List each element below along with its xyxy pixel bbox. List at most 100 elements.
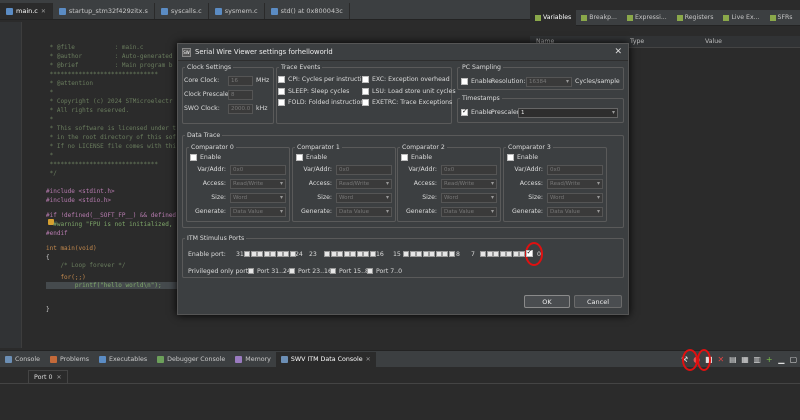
itm-port-10-checkbox[interactable] xyxy=(435,251,442,257)
itm-port-30-checkbox[interactable] xyxy=(250,251,257,257)
comparator-1-access-select[interactable]: Read/Write xyxy=(336,179,392,189)
itm-port-16-checkbox[interactable] xyxy=(369,251,376,257)
swo-clock-input[interactable]: 2000.0 xyxy=(228,104,253,114)
itm-port-18-checkbox[interactable] xyxy=(356,251,363,257)
clock-prescaler-input[interactable]: 8 xyxy=(228,90,253,100)
comparator-2-enable-checkbox[interactable] xyxy=(401,154,408,161)
pc-sampling-enable-checkbox[interactable] xyxy=(461,78,468,85)
privileged-port-15-8-checkbox[interactable] xyxy=(330,268,336,274)
tab-breakpoints[interactable]: Breakp... xyxy=(576,10,622,26)
close-icon[interactable]: ✕ xyxy=(41,8,46,15)
comparator-2-size-select[interactable]: Word xyxy=(441,193,497,203)
editor-tab-syscalls[interactable]: syscalls.c xyxy=(155,3,209,19)
tab-executables[interactable]: Executables xyxy=(94,352,152,367)
itm-port-11-checkbox[interactable] xyxy=(429,251,435,257)
itm-port-21-checkbox[interactable] xyxy=(337,251,343,257)
exetrc-checkbox[interactable] xyxy=(362,99,369,106)
itm-port-23-checkbox[interactable] xyxy=(324,251,330,257)
itm-port-29-checkbox[interactable] xyxy=(257,251,263,257)
itm-port-4-checkbox[interactable] xyxy=(499,251,506,257)
privileged-port-31-24-checkbox[interactable] xyxy=(248,268,254,274)
close-icon[interactable]: ✕ xyxy=(57,374,62,381)
timestamps-enable-checkbox[interactable] xyxy=(461,107,468,116)
comparator-3-access-select[interactable]: Read/Write xyxy=(547,179,603,189)
comparator-0-generate-select[interactable]: Data Value xyxy=(230,207,286,217)
resolution-select[interactable]: 16384 xyxy=(526,77,572,87)
tab-memory[interactable]: Memory xyxy=(230,352,276,367)
export-button[interactable]: ▥ xyxy=(753,354,762,364)
add-port-button[interactable]: + xyxy=(765,354,774,364)
itm-port-0-checkbox[interactable] xyxy=(525,248,533,257)
itm-port-25-checkbox[interactable] xyxy=(283,251,289,257)
tab-variables[interactable]: Variables xyxy=(530,9,577,26)
save-button[interactable]: ▤ xyxy=(728,354,737,364)
comparator-3-generate-select[interactable]: Data Value xyxy=(547,207,603,217)
cpi-checkbox[interactable] xyxy=(278,76,285,83)
tab-port-0[interactable]: Port 0 ✕ xyxy=(28,370,68,383)
comparator-3-var-input[interactable]: 0x0 xyxy=(547,165,603,175)
itm-port-22-checkbox[interactable] xyxy=(330,251,337,257)
itm-port-31-checkbox[interactable] xyxy=(244,251,250,257)
lsu-checkbox[interactable] xyxy=(362,88,369,95)
comparator-2-generate-select[interactable]: Data Value xyxy=(441,207,497,217)
comparator-0-enable-checkbox[interactable] xyxy=(190,154,197,161)
comparator-2-access-select[interactable]: Read/Write xyxy=(441,179,497,189)
clear-button[interactable]: ✕ xyxy=(716,354,725,364)
itm-port-5-checkbox[interactable] xyxy=(493,251,499,257)
sleep-checkbox[interactable] xyxy=(278,88,285,95)
tab-registers[interactable]: Registers xyxy=(672,10,719,26)
tab-sfrs[interactable]: SFRs xyxy=(765,10,798,26)
itm-port-17-checkbox[interactable] xyxy=(363,251,369,257)
itm-port-9-checkbox[interactable] xyxy=(442,251,448,257)
comparator-1-generate-select[interactable]: Data Value xyxy=(336,207,392,217)
minimize-button[interactable]: ▁ xyxy=(777,354,786,364)
tab-problems[interactable]: Problems xyxy=(45,352,94,367)
comparator-3-size-select[interactable]: Word xyxy=(547,193,603,203)
comparator-1-var-input[interactable]: 0x0 xyxy=(336,165,392,175)
editor-tab-std[interactable]: std() at 0x800043c xyxy=(265,3,350,19)
comparator-1-size-select[interactable]: Word xyxy=(336,193,392,203)
comparator-0-var-input[interactable]: 0x0 xyxy=(230,165,286,175)
copy-button[interactable]: ▦ xyxy=(740,354,749,364)
itm-port-14-checkbox[interactable] xyxy=(409,251,416,257)
itm-port-12-checkbox[interactable] xyxy=(422,251,429,257)
itm-port-7-checkbox[interactable] xyxy=(480,251,486,257)
maximize-button[interactable]: ▢ xyxy=(789,354,798,364)
itm-port-8-checkbox[interactable] xyxy=(448,251,455,257)
ok-button[interactable]: OK xyxy=(524,295,570,308)
tab-expressions[interactable]: Expressi... xyxy=(622,10,672,26)
fold-checkbox[interactable] xyxy=(278,99,285,106)
tab-live-expressions[interactable]: Live Ex... xyxy=(718,10,764,26)
close-icon[interactable]: ✕ xyxy=(614,47,622,57)
itm-port-26-checkbox[interactable] xyxy=(276,251,283,257)
editor-tab-sysmem[interactable]: sysmem.c xyxy=(209,3,265,19)
cancel-button[interactable]: Cancel xyxy=(574,295,622,308)
itm-port-20-checkbox[interactable] xyxy=(343,251,350,257)
column-value[interactable]: Value xyxy=(705,38,722,45)
comparator-0-size-select[interactable]: Word xyxy=(230,193,286,203)
itm-port-19-checkbox[interactable] xyxy=(350,251,356,257)
itm-port-24-checkbox[interactable] xyxy=(289,251,296,257)
itm-port-28-checkbox[interactable] xyxy=(263,251,270,257)
close-icon[interactable]: ✕ xyxy=(366,356,371,363)
itm-port-15-checkbox[interactable] xyxy=(403,251,409,257)
comparator-3-enable-checkbox[interactable] xyxy=(507,154,514,161)
tab-debugger-console[interactable]: Debugger Console xyxy=(152,352,230,367)
itm-port-13-checkbox[interactable] xyxy=(416,251,422,257)
exc-checkbox[interactable] xyxy=(362,76,369,83)
itm-port-2-checkbox[interactable] xyxy=(512,251,519,257)
core-clock-input[interactable]: 16 xyxy=(228,76,253,86)
itm-port-1-checkbox[interactable] xyxy=(519,251,525,257)
itm-port-27-checkbox[interactable] xyxy=(270,251,276,257)
column-type[interactable]: Type xyxy=(630,38,644,45)
comparator-2-var-input[interactable]: 0x0 xyxy=(441,165,497,175)
privileged-port-7-0-checkbox[interactable] xyxy=(367,268,373,274)
comparator-1-enable-checkbox[interactable] xyxy=(296,154,303,161)
console-output[interactable] xyxy=(0,383,800,420)
editor-tab-startup[interactable]: startup_stm32f429zitx.s xyxy=(53,3,155,19)
comparator-0-access-select[interactable]: Read/Write xyxy=(230,179,286,189)
tab-console[interactable]: Console xyxy=(0,352,45,367)
editor-tab-main[interactable]: main.c ✕ xyxy=(0,3,53,19)
privileged-port-23-16-checkbox[interactable] xyxy=(289,268,295,274)
itm-port-3-checkbox[interactable] xyxy=(506,251,512,257)
